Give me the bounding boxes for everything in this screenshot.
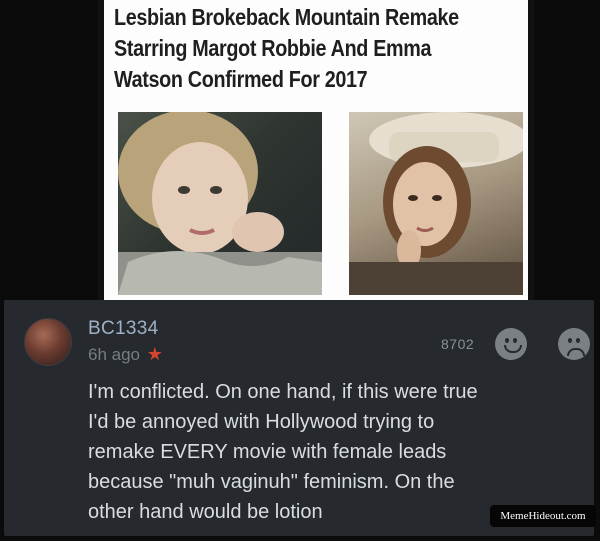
eye — [568, 338, 572, 343]
comment-line: I'd be annoyed with Hollywood trying to — [88, 411, 435, 433]
article-headline[interactable]: Lesbian Brokeback Mountain Remake Starri… — [114, 2, 467, 95]
watermark: MemeHideout.com — [490, 505, 596, 527]
comment-line: remake EVERY movie with female leads — [88, 441, 447, 463]
vote-count: 8702 — [441, 336, 475, 352]
avatar[interactable] — [24, 318, 72, 366]
headline-line: Lesbian Brokeback Mountain Remake — [114, 4, 459, 30]
comment-panel: BC1334 6h ago ★ 8702 I'm conflicted. On … — [4, 300, 594, 536]
comment-username[interactable]: BC1334 — [88, 318, 158, 340]
margot-robbie-photo[interactable] — [118, 112, 322, 295]
headline-line: Starring Margot Robbie And Emma — [114, 35, 432, 61]
star-icon[interactable]: ★ — [147, 344, 163, 364]
screenshot-frame: Lesbian Brokeback Mountain Remake Starri… — [0, 0, 600, 541]
eye — [505, 338, 509, 343]
comment-line: I'm conflicted. On one hand, if this wer… — [88, 381, 478, 403]
article-card[interactable]: Lesbian Brokeback Mountain Remake Starri… — [98, 0, 534, 300]
smiley-icon[interactable] — [495, 328, 527, 360]
mouth — [504, 345, 522, 353]
comment-time: 6h ago — [88, 345, 140, 364]
headline-line: Watson Confirmed For 2017 — [114, 66, 368, 92]
emma-watson-photo[interactable] — [349, 112, 523, 295]
comment-meta: 6h ago ★ — [88, 344, 163, 365]
comment-line: because "muh vaginuh" feminism. On the — [88, 471, 455, 493]
mouth — [567, 348, 585, 356]
eye — [513, 338, 517, 343]
sad-face-icon[interactable] — [558, 328, 590, 360]
eye — [576, 338, 580, 343]
